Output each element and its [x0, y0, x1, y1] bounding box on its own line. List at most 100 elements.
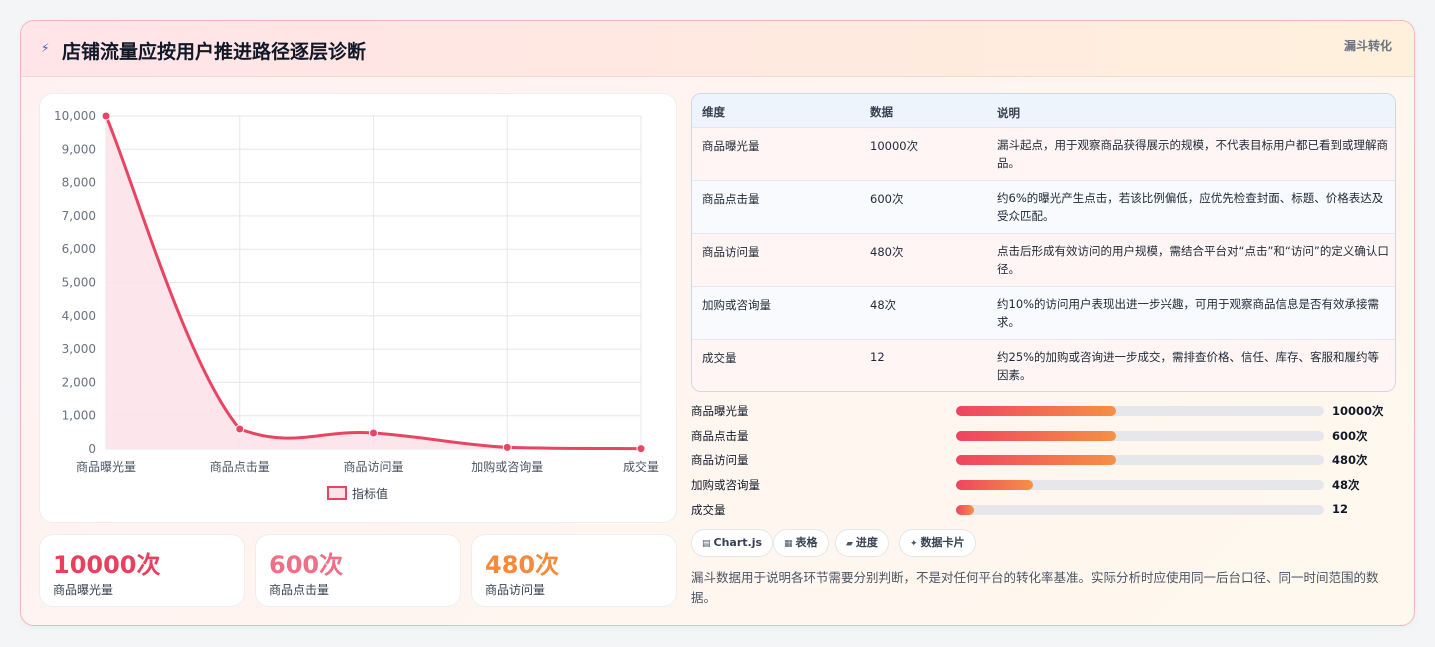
progress-track [956, 480, 1324, 490]
data-point [101, 111, 111, 121]
table-cell: 10000次 [870, 139, 919, 153]
progress-row-clicks: 商品点击量 600次 [691, 426, 1396, 446]
line-chart: 0 1,000 2,000 3,000 4,000 5,000 6,000 7,000 8,00… [39, 93, 677, 523]
y-tick-label: 5,000 [62, 276, 96, 290]
legend-label: 指标值 [352, 486, 388, 501]
table-cell: 48次 [870, 298, 897, 312]
sparkle-icon: ✦ [910, 539, 918, 549]
progress-row-orders: 成交量 12 [691, 500, 1396, 520]
chip-data-cards[interactable]: ✦ 数据卡片 [899, 529, 976, 557]
stat-card-clicks: 600次 商品点击量 [255, 534, 461, 607]
metrics-table: 维度 数据 说明 商品曝光量 10000次 漏斗起点，用于观察商品获得展示的规模… [691, 93, 1396, 392]
progress-fill [956, 480, 1034, 490]
y-tick-label: 9,000 [62, 142, 96, 156]
chip-label: 进度 [855, 536, 878, 549]
legend-swatch [327, 486, 347, 500]
table-cell: 商品访问量 [702, 245, 760, 259]
progress-value: 480次 [1332, 453, 1368, 467]
progress-fill [956, 455, 1117, 465]
chart-icon: ▤ [702, 539, 711, 549]
header-cell: 数据 [870, 105, 893, 119]
x-tick-label: 成交量 [623, 459, 659, 474]
table-cell: 成交量 [702, 351, 737, 365]
stat-value: 480次 [485, 551, 560, 579]
progress-label: 成交量 [691, 503, 726, 517]
y-tick-label: 2,000 [62, 375, 96, 389]
stat-label: 商品访问量 [485, 583, 546, 597]
chip-label: 表格 [795, 536, 818, 549]
stat-card-exposure: 10000次 商品曝光量 [39, 534, 245, 607]
header-cell: 说明 [997, 106, 1020, 120]
chip-chartjs[interactable]: ▤ Chart.js [691, 529, 774, 557]
chip-label: 数据卡片 [920, 536, 965, 549]
funnel-card: ⚡ 店铺流量应按用户推进路径逐层诊断 漏斗转化 0 1,000 2,000 3,000… [20, 20, 1415, 626]
table-row: 商品曝光量 10000次 漏斗起点，用于观察商品获得展示的规模，不代表目标用户都… [692, 127, 1395, 180]
progress-fill [956, 505, 975, 515]
table-row: 商品点击量 600次 约6%的曝光产生点击，若该比例偏低，应优先检查封面、标题、… [692, 180, 1395, 233]
x-tick-label: 商品访问量 [343, 459, 403, 474]
progress-track [956, 431, 1324, 441]
progress-value: 600次 [1332, 429, 1368, 443]
y-tick-label: 1,000 [62, 409, 96, 423]
progress-fill [956, 431, 1117, 441]
table-cell: 600次 [870, 192, 904, 206]
chip-progress[interactable]: ▰ 进度 [835, 529, 889, 557]
data-point [502, 442, 512, 452]
footnote: 漏斗数据用于说明各环节需要分别判断，不是对任何平台的转化率基准。实际分析时应使用… [691, 570, 1379, 605]
x-tick-label: 加购或咨询量 [471, 459, 543, 474]
page-title: 店铺流量应按用户推进路径逐层诊断 [62, 41, 367, 63]
stat-value: 600次 [269, 551, 344, 579]
progress-label: 商品访问量 [691, 453, 749, 467]
progress-row-cart: 加购或咨询量 48次 [691, 475, 1396, 495]
chart-svg: 0 1,000 2,000 3,000 4,000 5,000 6,000 7,000 8,00… [54, 109, 659, 501]
table-cell: 商品曝光量 [702, 139, 760, 153]
table-row: 加购或咨询量 48次 约10%的访问用户表现出进一步兴趣，可用于观察商品信息是否… [692, 286, 1395, 339]
table-header: 维度 数据 说明 [692, 94, 1395, 127]
table-cell: 加购或咨询量 [702, 298, 771, 312]
stat-card-visits: 480次 商品访问量 [471, 534, 677, 607]
table-cell: 12 [870, 350, 885, 364]
progress-label: 加购或咨询量 [691, 478, 760, 492]
y-tick-label: 6,000 [62, 242, 96, 256]
data-point [235, 424, 245, 434]
y-tick-label: 8,000 [62, 176, 96, 190]
progress-row-exposure: 商品曝光量 10000次 [691, 401, 1396, 421]
chip-label: Chart.js [713, 536, 763, 549]
table-cell: 商品点击量 [702, 192, 760, 206]
progress-track [956, 505, 1324, 515]
x-tick-label: 商品曝光量 [76, 459, 136, 474]
data-point [369, 428, 378, 438]
y-tick-label: 3,000 [62, 342, 96, 356]
x-tick-label: 商品点击量 [210, 459, 270, 474]
y-tick-label: 7,000 [62, 209, 96, 223]
table-row: 成交量 12 约25%的加购或咨询进一步成交，需排查价格、信任、库存、客服和履约… [692, 339, 1395, 391]
card-header: ⚡ 店铺流量应按用户推进路径逐层诊断 漏斗转化 [21, 21, 1414, 77]
progress-track [956, 406, 1324, 416]
table-cell: 约6%的曝光产生点击，若该比例偏低，应优先检查封面、标题、价格表达及受众匹配。 [997, 191, 1384, 223]
table-row: 商品访问量 480次 点击后形成有效访问的用户规模，需结合平台对“点击”和“访问… [692, 233, 1395, 286]
table-cell: 约10%的访问用户表现出进一步兴趣，可用于观察商品信息是否有效承接需求。 [997, 297, 1380, 329]
progress-icon: ▰ [846, 539, 853, 549]
table-cell: 480次 [870, 245, 904, 259]
table-icon: ▦ [784, 539, 793, 549]
y-tick-label: 4,000 [62, 309, 96, 323]
progress-value: 12 [1332, 502, 1349, 516]
progress-value: 10000次 [1332, 404, 1384, 418]
progress-value: 48次 [1332, 478, 1360, 492]
stat-value: 10000次 [53, 551, 161, 579]
table-cell: 点击后形成有效访问的用户规模，需结合平台对“点击”和“访问”的定义确认口径。 [997, 244, 1389, 276]
stat-label: 商品点击量 [269, 583, 330, 597]
y-tick-label: 0 [88, 442, 96, 456]
chip-table[interactable]: ▦ 表格 [773, 529, 829, 557]
header-cell: 维度 [702, 105, 725, 119]
category-tag: 漏斗转化 [1343, 39, 1392, 53]
progress-label: 商品曝光量 [691, 404, 749, 418]
stat-label: 商品曝光量 [53, 583, 114, 597]
data-point [636, 444, 646, 454]
lightning-icon: ⚡ [41, 41, 50, 55]
progress-row-visits: 商品访问量 480次 [691, 450, 1396, 470]
progress-label: 商品点击量 [691, 429, 749, 443]
progress-fill [956, 406, 1117, 416]
table-cell: 漏斗起点，用于观察商品获得展示的规模，不代表目标用户都已看到或理解商品。 [997, 138, 1388, 170]
y-tick-label: 10,000 [54, 109, 96, 123]
